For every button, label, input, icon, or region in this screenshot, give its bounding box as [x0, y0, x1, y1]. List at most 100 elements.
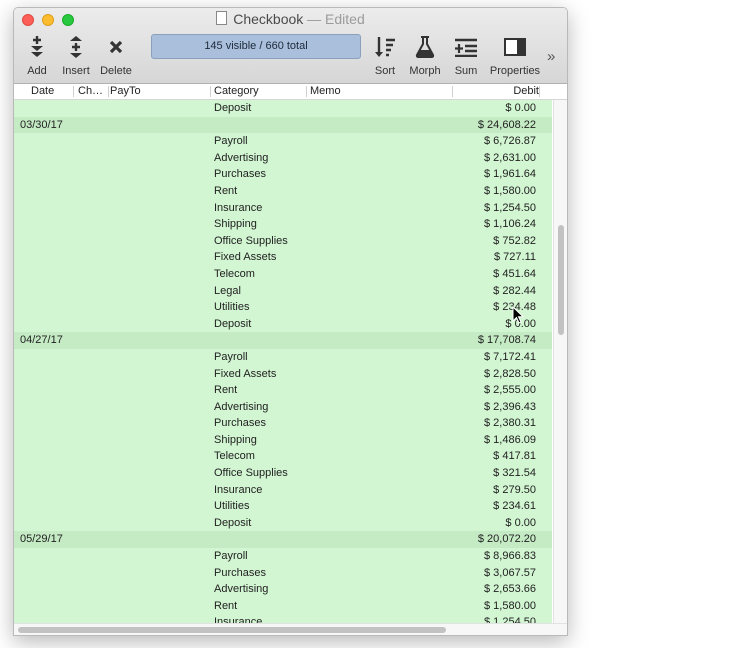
row-category: Rent	[214, 184, 238, 197]
toolbar-overflow-button[interactable]: »	[547, 48, 555, 65]
row-category: Insurance	[214, 201, 263, 214]
table-row[interactable]: Insurance $ 1,254.50	[14, 614, 552, 623]
table-row[interactable]: Deposit $ 0.00	[14, 515, 552, 532]
table-row[interactable]: Deposit $ 0.00	[14, 316, 552, 333]
table-row[interactable]: Advertising $ 2,653.66	[14, 581, 552, 598]
row-category: Insurance	[214, 483, 263, 496]
row-category: Purchases	[214, 168, 266, 181]
row-debit: $ 2,828.50	[484, 367, 536, 380]
table-row[interactable]: Telecom $ 451.64	[14, 266, 552, 283]
row-debit: $ 1,486.09	[484, 433, 536, 446]
sum-button[interactable]: Sum	[449, 34, 483, 77]
mouse-pointer-icon	[512, 305, 525, 329]
row-category: Deposit	[214, 102, 252, 114]
table-row[interactable]: Insurance $ 279.50	[14, 482, 552, 499]
sum-label: Sum	[454, 65, 478, 77]
row-category: Utilities	[214, 301, 250, 314]
vertical-scrollbar[interactable]	[553, 100, 567, 623]
window-title: Checkbook — Edited	[14, 11, 567, 27]
row-category: Advertising	[214, 583, 269, 596]
checkbook-table[interactable]: Deposit $ 0.00 03/30/17 $ 24,608.22 Payroll $…	[14, 100, 552, 623]
horizontal-scrollbar[interactable]	[14, 623, 567, 635]
row-category: Fixed Assets	[214, 251, 277, 264]
table-row[interactable]: Deposit $ 0.00	[14, 100, 552, 117]
add-button[interactable]: Add	[20, 34, 54, 77]
insert-button[interactable]: Insert	[58, 34, 94, 77]
delete-button[interactable]: Delete	[98, 34, 134, 77]
table-row[interactable]: Legal $ 282.44	[14, 283, 552, 300]
row-debit: $ 2,653.66	[484, 583, 536, 596]
morph-button[interactable]: Morph	[405, 34, 445, 77]
properties-button[interactable]: Properties	[487, 34, 543, 77]
row-category: Legal	[214, 284, 241, 297]
table-row[interactable]: Rent $ 2,555.00	[14, 382, 552, 399]
row-debit: $ 234.61	[493, 500, 536, 513]
delete-label: Delete	[100, 65, 132, 77]
table-row[interactable]: Utilities $ 234.61	[14, 498, 552, 515]
row-category: Fixed Assets	[214, 367, 277, 380]
row-category: Utilities	[214, 500, 250, 513]
table-row[interactable]: Rent $ 1,580.00	[14, 598, 552, 615]
table-row[interactable]: Payroll $ 8,966.83	[14, 548, 552, 565]
properties-label: Properties	[489, 65, 541, 77]
table-row[interactable]: Purchases $ 2,380.31	[14, 415, 552, 432]
table-row[interactable]: Payroll $ 6,726.87	[14, 133, 552, 150]
table-row[interactable]: Payroll $ 7,172.41	[14, 349, 552, 366]
table-row[interactable]: Office Supplies $ 321.54	[14, 465, 552, 482]
table-row[interactable]: Utilities $ 234.48	[14, 299, 552, 316]
table-row[interactable]: Shipping $ 1,486.09	[14, 432, 552, 449]
group-row[interactable]: 03/30/17 $ 24,608.22	[14, 116, 552, 134]
column-header-category[interactable]: Category	[214, 85, 259, 97]
table-row[interactable]: Insurance $ 1,254.50	[14, 200, 552, 217]
row-category: Deposit	[214, 516, 252, 529]
group-row[interactable]: 04/27/17 $ 17,708.74	[14, 332, 552, 349]
row-category: Rent	[214, 384, 238, 397]
row-debit: $ 2,555.00	[484, 384, 536, 397]
column-header-memo[interactable]: Memo	[310, 85, 341, 97]
table-row[interactable]: Purchases $ 3,067.57	[14, 565, 552, 582]
checkbook-window: Checkbook — Edited Add Insert Delete 145…	[13, 7, 568, 636]
row-debit: $ 1,106.24	[484, 218, 536, 231]
row-debit: $ 3,067.57	[484, 566, 536, 579]
table-row[interactable]: Telecom $ 417.81	[14, 448, 552, 465]
column-header-date[interactable]: Date	[31, 85, 54, 97]
add-icon	[20, 34, 54, 60]
row-debit: $ 1,580.00	[484, 184, 536, 197]
row-debit: $ 2,396.43	[484, 400, 536, 413]
row-debit: $ 8,966.83	[484, 550, 536, 563]
group-row[interactable]: 05/29/17 $ 20,072.20	[14, 531, 552, 549]
sort-button[interactable]: Sort	[369, 34, 401, 77]
insert-label: Insert	[62, 65, 90, 77]
row-debit: $ 2,380.31	[484, 417, 536, 430]
horizontal-scroll-thumb[interactable]	[18, 627, 446, 633]
vertical-scroll-thumb[interactable]	[558, 225, 564, 335]
column-header-payto[interactable]: PayTo	[110, 85, 141, 97]
add-label: Add	[27, 65, 47, 77]
row-debit: $ 727.11	[493, 251, 536, 264]
sort-label: Sort	[374, 65, 396, 77]
row-category: Shipping	[214, 433, 257, 446]
table-row[interactable]: Office Supplies $ 752.82	[14, 233, 552, 250]
column-header-check[interactable]: Ch…	[78, 85, 103, 97]
table-row[interactable]: Rent $ 1,580.00	[14, 183, 552, 200]
table-row[interactable]: Advertising $ 2,631.00	[14, 150, 552, 167]
table-row[interactable]: Shipping $ 1,106.24	[14, 216, 552, 233]
table-row[interactable]: Advertising $ 2,396.43	[14, 399, 552, 416]
row-category: Office Supplies	[214, 234, 288, 247]
properties-panel-icon	[487, 34, 543, 60]
row-category: Deposit	[214, 317, 252, 330]
row-category: Rent	[214, 599, 238, 612]
table-row[interactable]: Purchases $ 1,961.64	[14, 166, 552, 183]
morph-label: Morph	[409, 65, 441, 77]
table-row[interactable]: Fixed Assets $ 727.11	[14, 249, 552, 266]
column-header-debit[interactable]: Debit	[513, 85, 539, 97]
row-category: Advertising	[214, 151, 269, 164]
row-category: Advertising	[214, 400, 269, 413]
row-debit: $ 451.64	[493, 267, 536, 280]
row-debit: $ 0.00	[505, 516, 536, 529]
title-bar: Checkbook — Edited Add Insert Delete 145…	[14, 8, 567, 84]
sort-icon	[369, 34, 401, 60]
row-date: 04/27/17	[20, 334, 63, 347]
table-row[interactable]: Fixed Assets $ 2,828.50	[14, 366, 552, 383]
row-category: Payroll	[214, 550, 248, 563]
